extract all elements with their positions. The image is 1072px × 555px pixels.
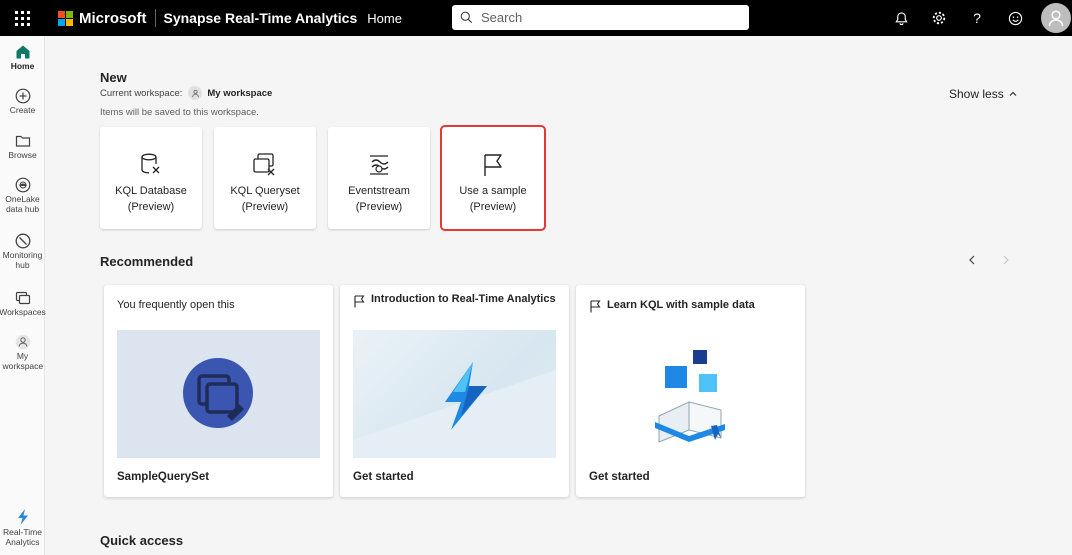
- feedback-icon[interactable]: [1005, 8, 1025, 28]
- card-header: Introduction to Real-Time Analytics: [353, 293, 558, 308]
- rail-label: Create: [9, 105, 36, 115]
- rail-item-real-time-analytics[interactable]: Real-Time Analytics: [0, 508, 45, 547]
- top-bar: Microsoft Synapse Real-Time Analytics Ho…: [0, 0, 1072, 36]
- new-section-title: New: [100, 70, 127, 85]
- rail-label: Browse: [8, 150, 37, 160]
- card-title: Use a sample (Preview): [459, 185, 527, 213]
- show-less-label: Show less: [949, 87, 1004, 101]
- flag-icon: [590, 300, 601, 313]
- rail-item-my-workspace[interactable]: My workspace: [0, 334, 45, 371]
- kql-database-card[interactable]: KQL Database (Preview): [100, 127, 202, 229]
- queryset-illustration: [117, 330, 320, 458]
- settings-icon[interactable]: [929, 8, 949, 28]
- rail-item-create[interactable]: Create: [0, 88, 45, 115]
- card-footer: SampleQuerySet: [117, 471, 210, 483]
- card-header: Learn KQL with sample data: [589, 299, 794, 313]
- use-a-sample-card[interactable]: Use a sample (Preview): [440, 125, 546, 231]
- my-workspace-icon: [15, 334, 30, 350]
- workspaces-icon: [15, 291, 30, 305]
- card-title: KQL Database (Preview): [115, 185, 187, 213]
- flag-icon: [481, 152, 505, 178]
- person-icon: [1048, 10, 1064, 27]
- kql-database-icon: [139, 152, 163, 178]
- search-input[interactable]: Search: [452, 5, 749, 30]
- waffle-icon: [14, 10, 30, 26]
- current-workspace-line: Current workspace: My workspace: [100, 86, 272, 100]
- card-header: You frequently open this: [117, 299, 235, 311]
- card-header-text: Introduction to Real-Time Analytics: [371, 293, 556, 305]
- carousel-nav: [966, 254, 1012, 266]
- rail-item-workspaces[interactable]: Workspaces: [0, 290, 46, 317]
- recommended-card-learn-kql[interactable]: Learn KQL with sample data Get started: [576, 285, 805, 497]
- card-title: KQL Queryset (Preview): [230, 185, 300, 213]
- home-icon: [16, 45, 29, 59]
- flag-icon: [354, 295, 365, 308]
- left-nav-rail: Home Create Browse OneLake data hub Moni…: [0, 36, 46, 555]
- quick-access-title: Quick access: [100, 533, 184, 548]
- chevron-up-icon: [1009, 91, 1017, 96]
- microsoft-logo[interactable]: Microsoft: [58, 10, 147, 27]
- real-time-analytics-icon: [17, 509, 28, 525]
- recommended-card-intro-rta[interactable]: Introduction to Real-Time Analytics Get …: [340, 285, 569, 497]
- main-content: New Current workspace: My workspace Item…: [46, 36, 1072, 555]
- eventstream-icon: [366, 152, 392, 178]
- onelake-icon: [15, 177, 30, 193]
- rail-label: Home: [10, 61, 35, 71]
- real-time-analytics-illustration: [353, 330, 556, 458]
- breadcrumb[interactable]: Home: [367, 11, 402, 26]
- rail-label: My workspace: [2, 351, 44, 371]
- recommended-title: Recommended: [100, 254, 194, 269]
- card-header-text: Learn KQL with sample data: [607, 299, 755, 311]
- help-icon[interactable]: ?: [967, 8, 987, 28]
- rail-item-home[interactable]: Home: [0, 44, 45, 71]
- card-title: Eventstream (Preview): [348, 185, 410, 213]
- chevron-right-icon[interactable]: [1000, 254, 1012, 266]
- rail-item-browse[interactable]: Browse: [0, 133, 45, 160]
- monitoring-icon: [15, 233, 30, 249]
- kql-queryset-card[interactable]: KQL Queryset (Preview): [214, 127, 316, 229]
- rail-item-onelake[interactable]: OneLake data hub: [0, 177, 45, 214]
- search-icon: [460, 11, 473, 24]
- create-plus-icon: [15, 88, 30, 104]
- workspace-name[interactable]: My workspace: [207, 88, 272, 99]
- workspace-person-icon: [188, 86, 203, 100]
- rail-item-monitoring[interactable]: Monitoring hub: [0, 233, 45, 270]
- avatar[interactable]: [1041, 3, 1071, 33]
- show-less-button[interactable]: Show less: [949, 87, 1018, 101]
- brand-name: Microsoft: [79, 9, 147, 27]
- notifications-icon[interactable]: [891, 8, 911, 28]
- book-illustration: [589, 330, 792, 458]
- rail-label: Monitoring hub: [2, 250, 43, 270]
- workspace-label: Current workspace:: [100, 87, 183, 99]
- microsoft-logo-icon: [58, 10, 73, 26]
- card-footer: Get started: [353, 471, 414, 483]
- search-placeholder: Search: [481, 10, 523, 25]
- saved-note: Items will be saved to this workspace.: [100, 107, 259, 118]
- app-name[interactable]: Synapse Real-Time Analytics: [164, 10, 358, 26]
- card-footer: Get started: [589, 471, 650, 483]
- rail-label: Real-Time Analytics: [3, 527, 42, 547]
- chevron-left-icon[interactable]: [966, 254, 978, 266]
- kql-queryset-icon: [252, 152, 278, 178]
- recommended-card-samplequeryset[interactable]: You frequently open this SampleQuerySet: [104, 285, 333, 497]
- rail-label: Workspaces: [0, 307, 46, 317]
- folder-icon: [15, 135, 30, 147]
- rail-label: OneLake data hub: [5, 194, 40, 214]
- app-launcher-button[interactable]: [0, 0, 44, 36]
- divider: [154, 9, 156, 27]
- eventstream-card[interactable]: Eventstream (Preview): [328, 127, 430, 229]
